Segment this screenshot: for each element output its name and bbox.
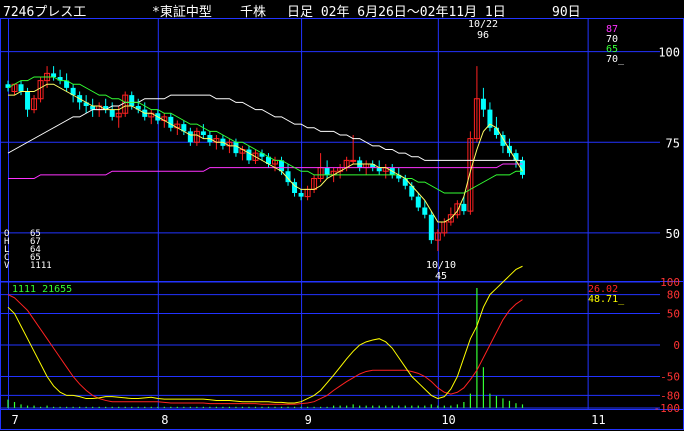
ohlcv-label: V (4, 261, 10, 271)
osc-tick-label: 0 (673, 339, 680, 352)
candle-body (168, 116, 174, 128)
candle-body (350, 159, 357, 162)
candle-body (25, 91, 31, 110)
price-tick-label: 100 (658, 46, 680, 60)
chart-frame (0, 18, 684, 430)
candle-body (200, 131, 206, 135)
high-date-label: 10/22 (468, 19, 498, 30)
candlestick-chart: 100755010080500-50-80-10087706570_O 65H 67… (0, 18, 684, 430)
candle-body (324, 167, 330, 175)
high-value-label: 96 (477, 30, 489, 41)
candle-body (376, 167, 382, 172)
month-label: 10 (441, 413, 455, 427)
candle-body (402, 178, 408, 186)
candle-body (109, 109, 115, 117)
candle-body (415, 196, 421, 208)
ohlcv-value: 1111 (30, 261, 52, 271)
ma-line-xlong (8, 163, 523, 179)
volume-label: 1111 21655 (12, 284, 72, 295)
osc-line-fast (7, 265, 523, 404)
candle-body (129, 95, 135, 106)
candle-body (279, 160, 285, 172)
candle-body (18, 84, 24, 92)
ma-line-mid (7, 76, 523, 194)
moving-averages (7, 76, 523, 223)
low-date-label: 10/10 (426, 260, 456, 271)
osc-tick-label: -100 (654, 402, 681, 415)
month-label: 7 (12, 413, 19, 427)
price-tick-label: 50 (666, 227, 680, 241)
oscillator-lines (7, 265, 523, 405)
osc-tick-label: -80 (660, 389, 680, 402)
chart-labels: 100755010080500-50-80-10087706570_O 65H 67… (4, 19, 680, 427)
osc-tick-label: 80 (667, 289, 680, 302)
candle-body (298, 193, 304, 197)
month-label: 8 (161, 413, 168, 427)
candles (5, 66, 525, 251)
grid-lines (0, 18, 684, 430)
candle-body (480, 98, 486, 110)
osc-legend-value: 48.71_ (588, 294, 625, 305)
candle-body (187, 131, 193, 143)
osc-tick-label: 100 (660, 276, 680, 289)
candle-body (428, 214, 434, 241)
candle-body (90, 106, 96, 110)
ma-legend-value: 70_ (606, 54, 625, 65)
candle-body (246, 149, 252, 161)
candle-body (461, 203, 467, 212)
candle-body (233, 142, 239, 154)
month-label: 11 (591, 413, 605, 427)
month-label: 9 (305, 413, 312, 427)
osc-line-slow (7, 294, 523, 405)
low-value-label: 45 (435, 271, 447, 282)
candle-body (422, 207, 428, 215)
osc-tick-label: -50 (660, 371, 680, 384)
osc-tick-label: 50 (667, 308, 680, 321)
price-tick-label: 75 (666, 136, 680, 150)
candle-body (51, 73, 57, 77)
